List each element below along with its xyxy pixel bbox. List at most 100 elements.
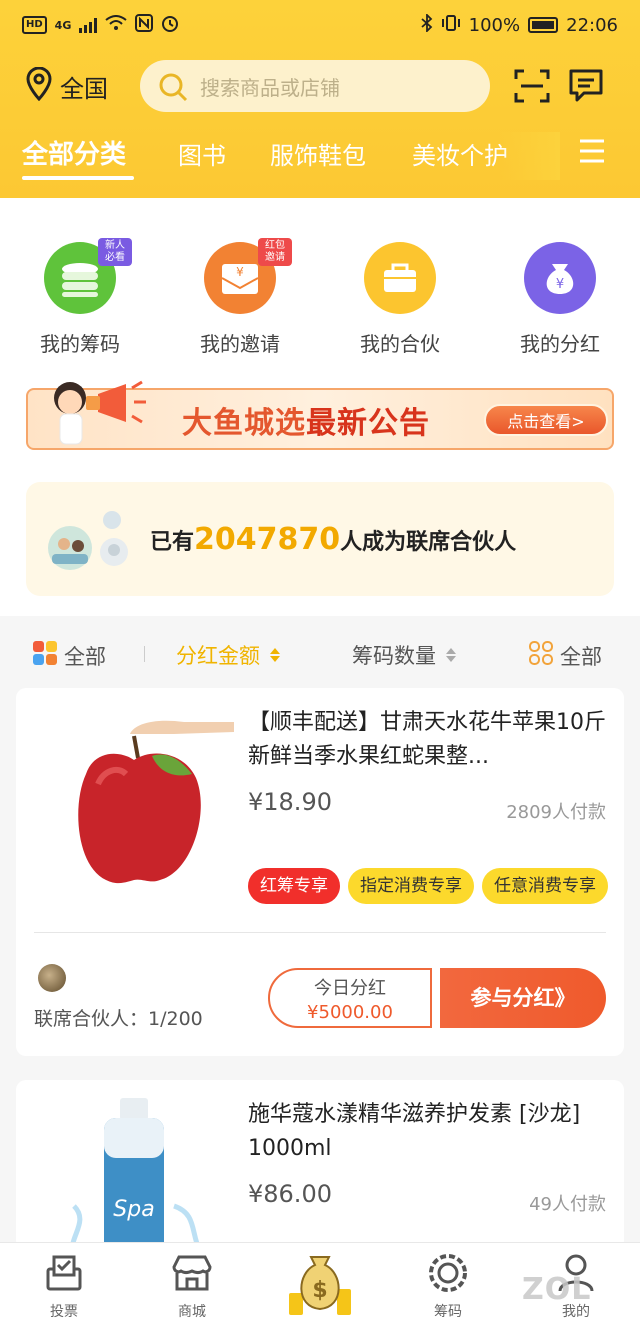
new-user-badge: 新人 必看 <box>98 238 132 266</box>
sort-chip-label: 筹码数量 <box>352 644 436 668</box>
grid-color-icon <box>32 640 58 671</box>
svg-text:$: $ <box>312 1278 327 1303</box>
quick-link-label: 我的邀请 <box>200 332 280 356</box>
menu-icon[interactable] <box>578 138 606 168</box>
product-card[interactable]: Spa 施华蔻水漾精华滋养护发素 [沙龙] 1000ml ¥86.00 49人付… <box>16 1080 624 1250</box>
quick-link-chips[interactable]: 新人 必看 我的筹码 <box>10 238 150 357</box>
money-bag-icon: $ <box>289 1256 351 1315</box>
wifi-icon <box>105 14 127 36</box>
invite-envelope-icon: ¥ 红包 邀请 <box>204 238 292 314</box>
filter-all-left[interactable]: 全部 <box>32 640 106 671</box>
card-divider <box>34 932 606 933</box>
vote-box-icon <box>46 1255 82 1291</box>
tab-fade <box>500 132 560 180</box>
nav-mall[interactable]: 商城 <box>142 1253 242 1321</box>
quick-link-label: 我的合伙 <box>360 332 440 356</box>
nav-center[interactable]: $ <box>270 1249 370 1327</box>
search-input[interactable]: 搜索商品或店铺 <box>140 60 490 112</box>
today-dividend-box: 今日分红 ¥5000.00 <box>268 968 432 1028</box>
tab-books[interactable]: 图书 <box>178 136 226 171</box>
quick-link-label: 我的分红 <box>520 332 600 356</box>
nfc-icon <box>135 13 154 37</box>
quick-link-invites[interactable]: ¥ 红包 邀请 我的邀请 <box>170 238 310 357</box>
filter-all-label: 全部 <box>64 644 106 669</box>
filter-all-right[interactable]: 全部 <box>528 640 602 671</box>
banner-title: 大鱼城选最新公告 <box>182 398 430 442</box>
quick-link-label: 我的筹码 <box>40 332 120 356</box>
view-announcement-button[interactable]: 点击查看> <box>484 404 608 436</box>
partners-counter-card: 已有2047870人成为联席合伙人 <box>26 482 614 596</box>
filter-all-right-label: 全部 <box>560 644 602 669</box>
battery-percent: 100% <box>468 14 521 36</box>
home-content: 新人 必看 我的筹码 ¥ 红包 邀请 我的邀请 我的合伙 ¥ 我的分红 大鱼城选… <box>0 198 640 616</box>
product-price: ¥18.90 <box>248 788 332 816</box>
tab-all-categories[interactable]: 全部分类 <box>22 134 126 171</box>
svg-text:¥: ¥ <box>556 277 564 292</box>
quick-link-partnership[interactable]: 我的合伙 <box>330 242 470 357</box>
partner-ratio: 联席合伙人：1/200 <box>34 1008 203 1030</box>
product-card[interactable]: 【顺丰配送】甘肃天水花牛苹果10斤新鲜当季水果红蛇果整... ¥18.90 28… <box>16 688 624 1056</box>
today-dividend-label: 今日分红 <box>314 978 386 999</box>
product-title[interactable]: 施华蔻水漾精华滋养护发素 [沙龙] 1000ml <box>248 1098 608 1166</box>
filter-bar: 全部 分红金额 筹码数量 全部 <box>0 616 640 688</box>
poker-chip-icon <box>429 1254 467 1292</box>
product-title[interactable]: 【顺丰配送】甘肃天水花牛苹果10斤新鲜当季水果红蛇果整... <box>248 706 608 774</box>
apple-product-image <box>78 720 234 884</box>
battery-icon <box>528 17 559 33</box>
payers-count: 2809人付款 <box>506 802 606 823</box>
tab-apparel[interactable]: 服饰鞋包 <box>270 136 366 171</box>
active-tab-indicator <box>22 176 134 180</box>
sort-arrows-icon <box>446 648 456 662</box>
quick-link-dividends[interactable]: ¥ 我的分红 <box>490 242 630 357</box>
store-icon <box>172 1255 212 1291</box>
nav-vote-label: 投票 <box>50 1304 78 1320</box>
hd-badge: HD <box>22 16 47 34</box>
category-tabs: 全部分类 图书 服饰鞋包 美妆个护 <box>0 132 640 180</box>
location-pin-icon <box>24 66 54 105</box>
sort-arrows-icon <box>270 648 280 662</box>
nav-chips-label: 筹码 <box>434 1304 462 1320</box>
filter-separator <box>144 646 145 662</box>
nav-chips[interactable]: 筹码 <box>398 1253 498 1321</box>
tag-red-chip: 红筹专享 <box>248 868 340 904</box>
status-bar: HD 4G 100% 22:06 <box>0 0 640 50</box>
partners-prefix: 已有 <box>150 530 195 555</box>
search-row: 全国 搜索商品或店铺 <box>0 58 640 114</box>
grid-outline-icon <box>528 640 554 671</box>
message-icon[interactable] <box>568 68 604 108</box>
svg-text:Spa: Spa <box>113 1197 154 1222</box>
clock-time: 22:06 <box>566 14 618 36</box>
tag-any-spending: 任意消费专享 <box>482 868 608 904</box>
nav-mall-label: 商城 <box>178 1304 206 1320</box>
location-selector[interactable]: 全国 <box>24 66 108 105</box>
tab-beauty[interactable]: 美妆个护 <box>412 136 508 171</box>
signal-icon <box>79 17 98 33</box>
search-placeholder: 搜索商品或店铺 <box>200 75 340 100</box>
conditioner-product-image: Spa <box>69 1098 203 1250</box>
sort-dividend-amount[interactable]: 分红金额 <box>176 640 280 670</box>
tag-designated-spending: 指定消费专享 <box>348 868 474 904</box>
product-price: ¥86.00 <box>248 1180 332 1208</box>
location-label: 全国 <box>60 74 108 103</box>
header: HD 4G 100% 22:06 全国 搜索商品或店铺 全部分类 图书 服饰鞋包… <box>0 0 640 198</box>
partner-seal-icon <box>38 964 66 992</box>
coins-icon: 新人 必看 <box>44 238 132 314</box>
sort-dividend-label: 分红金额 <box>176 644 260 668</box>
red-packet-badge: 红包 邀请 <box>258 238 292 266</box>
money-bag-icon: ¥ <box>524 242 596 314</box>
network-type: 4G <box>54 18 72 32</box>
partner-avatars <box>48 511 128 570</box>
announcement-banner[interactable]: 大鱼城选最新公告 点击查看> <box>26 380 614 450</box>
sort-chip-count[interactable]: 筹码数量 <box>352 640 456 670</box>
today-dividend-value: ¥5000.00 <box>307 1002 393 1023</box>
partners-count: 2047870 <box>194 522 341 557</box>
product-tags: 红筹专享 指定消费专享 任意消费专享 <box>248 868 608 904</box>
banner-title-part2: 最新公告 <box>306 406 430 441</box>
scan-icon[interactable] <box>514 68 550 108</box>
megaphone-girl-icon <box>54 380 146 445</box>
nav-vote[interactable]: 投票 <box>14 1253 114 1321</box>
join-dividend-button[interactable]: 参与分红》 <box>440 968 606 1028</box>
alarm-icon <box>161 14 179 37</box>
bluetooth-icon <box>421 12 433 37</box>
search-icon <box>158 72 188 106</box>
